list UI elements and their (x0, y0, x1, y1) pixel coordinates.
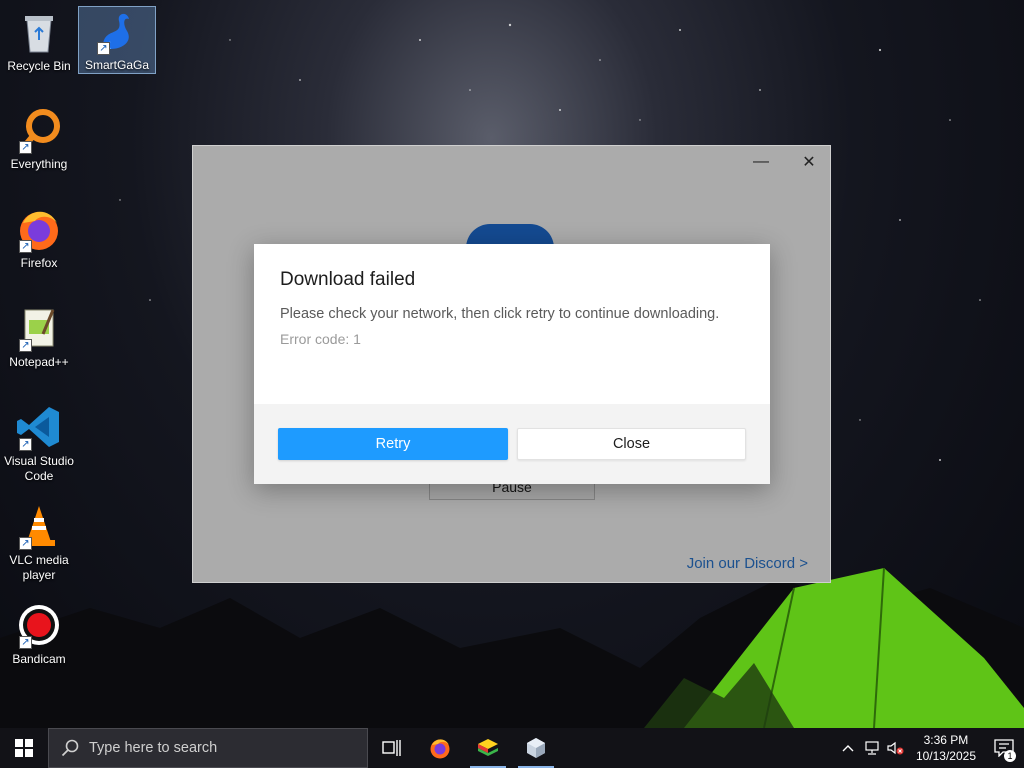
notepad-plus-plus-icon: ↗ (15, 304, 63, 352)
network-icon (865, 741, 879, 755)
shortcut-arrow-icon: ↗ (19, 636, 32, 649)
taskbar-smartgaga-installer[interactable] (512, 728, 560, 768)
shortcut-arrow-icon: ↗ (97, 42, 110, 55)
desktop-icon-label: Everything (10, 157, 68, 171)
download-failed-dialog: Download failed Please check your networ… (254, 244, 770, 484)
volume-muted-icon (887, 741, 904, 755)
desktop-icon-label: Bandicam (12, 652, 66, 666)
notification-count: 1 (1004, 750, 1016, 762)
volume-button[interactable] (884, 728, 908, 768)
taskbar-search-box[interactable]: Type here to search (48, 728, 368, 768)
close-button[interactable]: Close (517, 428, 746, 460)
desktop-icon-everything[interactable]: ↗ Everything (0, 106, 78, 172)
error-code: Error code: 1 (280, 331, 361, 347)
desktop-icon-recycle-bin[interactable]: Recycle Bin (0, 8, 78, 74)
bandicam-icon: ↗ (15, 601, 63, 649)
vlc-icon: ↗ (15, 502, 63, 550)
clock-date: 10/13/2025 (915, 749, 976, 763)
system-tray: 3:36 PM 10/13/2025 1 (836, 728, 1024, 768)
task-view-icon (382, 740, 401, 756)
retry-button[interactable]: Retry (278, 428, 508, 460)
vscode-icon: ↗ (15, 403, 63, 451)
desktop-icon-label: VLC media player (9, 553, 69, 582)
firefox-icon (430, 739, 450, 759)
dialog-footer: Retry Close (254, 404, 770, 484)
desktop-icon-label: Firefox (20, 256, 58, 270)
desktop-icon-vlc[interactable]: ↗ VLC media player (0, 502, 78, 583)
taskbar: Type here to search 3:36 PM 10/13/2025 1 (0, 728, 1024, 768)
taskbar-firefox[interactable] (416, 728, 464, 768)
cube-icon (527, 738, 545, 758)
bluestacks-icon (478, 739, 498, 756)
desktop-icon-label: Visual Studio Code (4, 454, 74, 483)
task-view-button[interactable] (368, 728, 416, 768)
desktop-icon-notepad-plus-plus[interactable]: ↗ Notepad++ (0, 304, 78, 370)
desktop-icon-smartgaga[interactable]: ↗ SmartGaGa (78, 6, 156, 74)
smartgaga-icon: ↗ (93, 7, 141, 55)
shortcut-arrow-icon: ↗ (19, 240, 32, 253)
recycle-bin-icon (15, 8, 63, 56)
everything-icon: ↗ (15, 106, 63, 154)
desktop-icon-bandicam[interactable]: ↗ Bandicam (0, 601, 78, 667)
windows-logo-icon (15, 739, 33, 757)
shortcut-arrow-icon: ↗ (19, 537, 32, 550)
shortcut-arrow-icon: ↗ (19, 339, 32, 352)
dialog-message: Please check your network, then click re… (280, 306, 720, 322)
shortcut-arrow-icon: ↗ (19, 438, 32, 451)
chevron-up-icon (842, 745, 854, 752)
firefox-icon: ↗ (15, 205, 63, 253)
network-button[interactable] (860, 728, 884, 768)
dialog-title: Download failed (280, 269, 416, 290)
show-hidden-icons-button[interactable] (836, 728, 860, 768)
start-button[interactable] (0, 728, 48, 768)
search-icon (61, 739, 79, 757)
clock[interactable]: 3:36 PM 10/13/2025 (908, 732, 984, 764)
search-placeholder: Type here to search (89, 740, 218, 756)
desktop-icon-label: Recycle Bin (7, 59, 71, 73)
shortcut-arrow-icon: ↗ (19, 141, 32, 154)
desktop-icon-label: SmartGaGa (84, 58, 150, 72)
desktop-icon-firefox[interactable]: ↗ Firefox (0, 205, 78, 271)
clock-time: 3:36 PM (923, 733, 969, 747)
desktop-icon-vscode[interactable]: ↗ Visual Studio Code (0, 403, 78, 484)
desktop-icon-label: Notepad++ (9, 355, 69, 369)
tent-illustration (644, 568, 1024, 728)
taskbar-bluestacks[interactable] (464, 728, 512, 768)
action-center-button[interactable]: 1 (984, 728, 1024, 768)
